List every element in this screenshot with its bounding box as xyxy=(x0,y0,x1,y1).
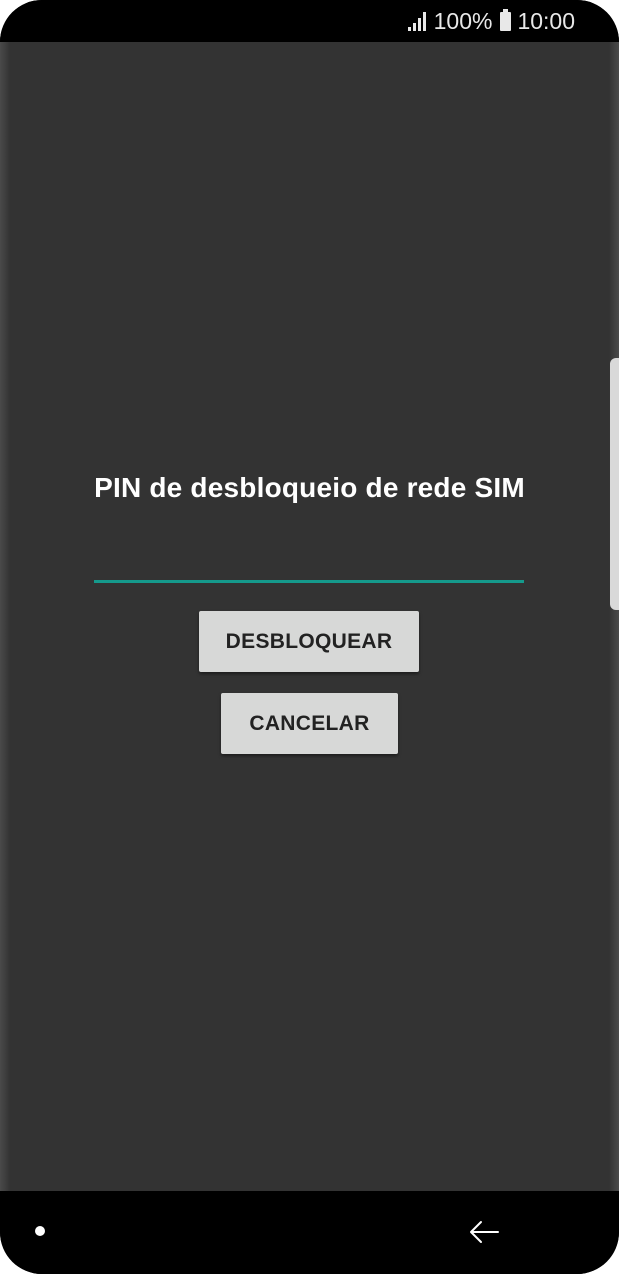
nav-dot-icon[interactable] xyxy=(35,1226,45,1236)
status-indicators: 100% 10:00 xyxy=(407,7,575,35)
pin-input[interactable] xyxy=(94,547,524,583)
signal-icon xyxy=(407,11,426,31)
navigation-bar xyxy=(0,1191,619,1274)
dialog-title: PIN de desbloqueio de rede SIM xyxy=(94,472,525,503)
unlock-button[interactable]: DESBLOQUEAR xyxy=(199,611,419,672)
battery-icon xyxy=(500,8,512,31)
screen-edge-left xyxy=(0,42,10,1191)
status-time: 10:00 xyxy=(517,7,575,34)
battery-percentage: 100% xyxy=(433,7,493,34)
screen-edge-right xyxy=(609,42,619,1191)
status-bar: 100% 10:00 xyxy=(0,0,619,42)
phone-frame: 100% 10:00 PIN de desbloqueio de rede SI… xyxy=(0,0,619,1274)
cancel-button[interactable]: CANCELAR xyxy=(221,693,398,754)
sim-unlock-screen: PIN de desbloqueio de rede SIM DESBLOQUE… xyxy=(0,42,619,1191)
back-arrow-icon[interactable] xyxy=(466,1217,502,1247)
